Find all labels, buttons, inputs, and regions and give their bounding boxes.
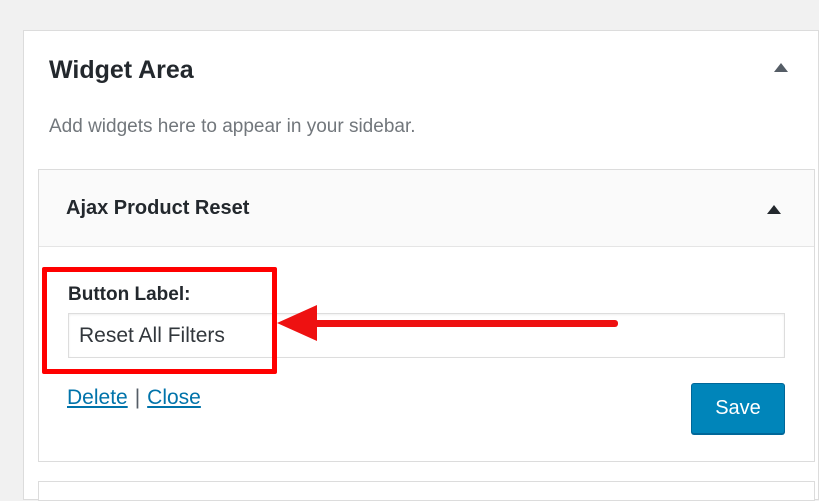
delete-link[interactable]: Delete <box>67 386 128 409</box>
annotation-arrow-head-icon <box>277 305 317 341</box>
close-link[interactable]: Close <box>147 386 201 409</box>
save-button[interactable]: Save <box>691 383 785 434</box>
annotation-highlight-box <box>42 267 277 374</box>
links-separator: | <box>134 386 141 409</box>
widget-toggle-arrow-icon[interactable] <box>767 205 781 214</box>
area-collapse-arrow-icon[interactable] <box>774 63 788 72</box>
widget-area-description: Add widgets here to appear in your sideb… <box>49 116 416 137</box>
next-widget-edge <box>38 481 815 501</box>
widget-title[interactable]: Ajax Product Reset <box>66 197 249 220</box>
annotation-arrow-shaft <box>300 320 618 327</box>
widget-area-title: Widget Area <box>49 56 194 84</box>
widget-control-links: Delete | Close <box>67 386 201 410</box>
